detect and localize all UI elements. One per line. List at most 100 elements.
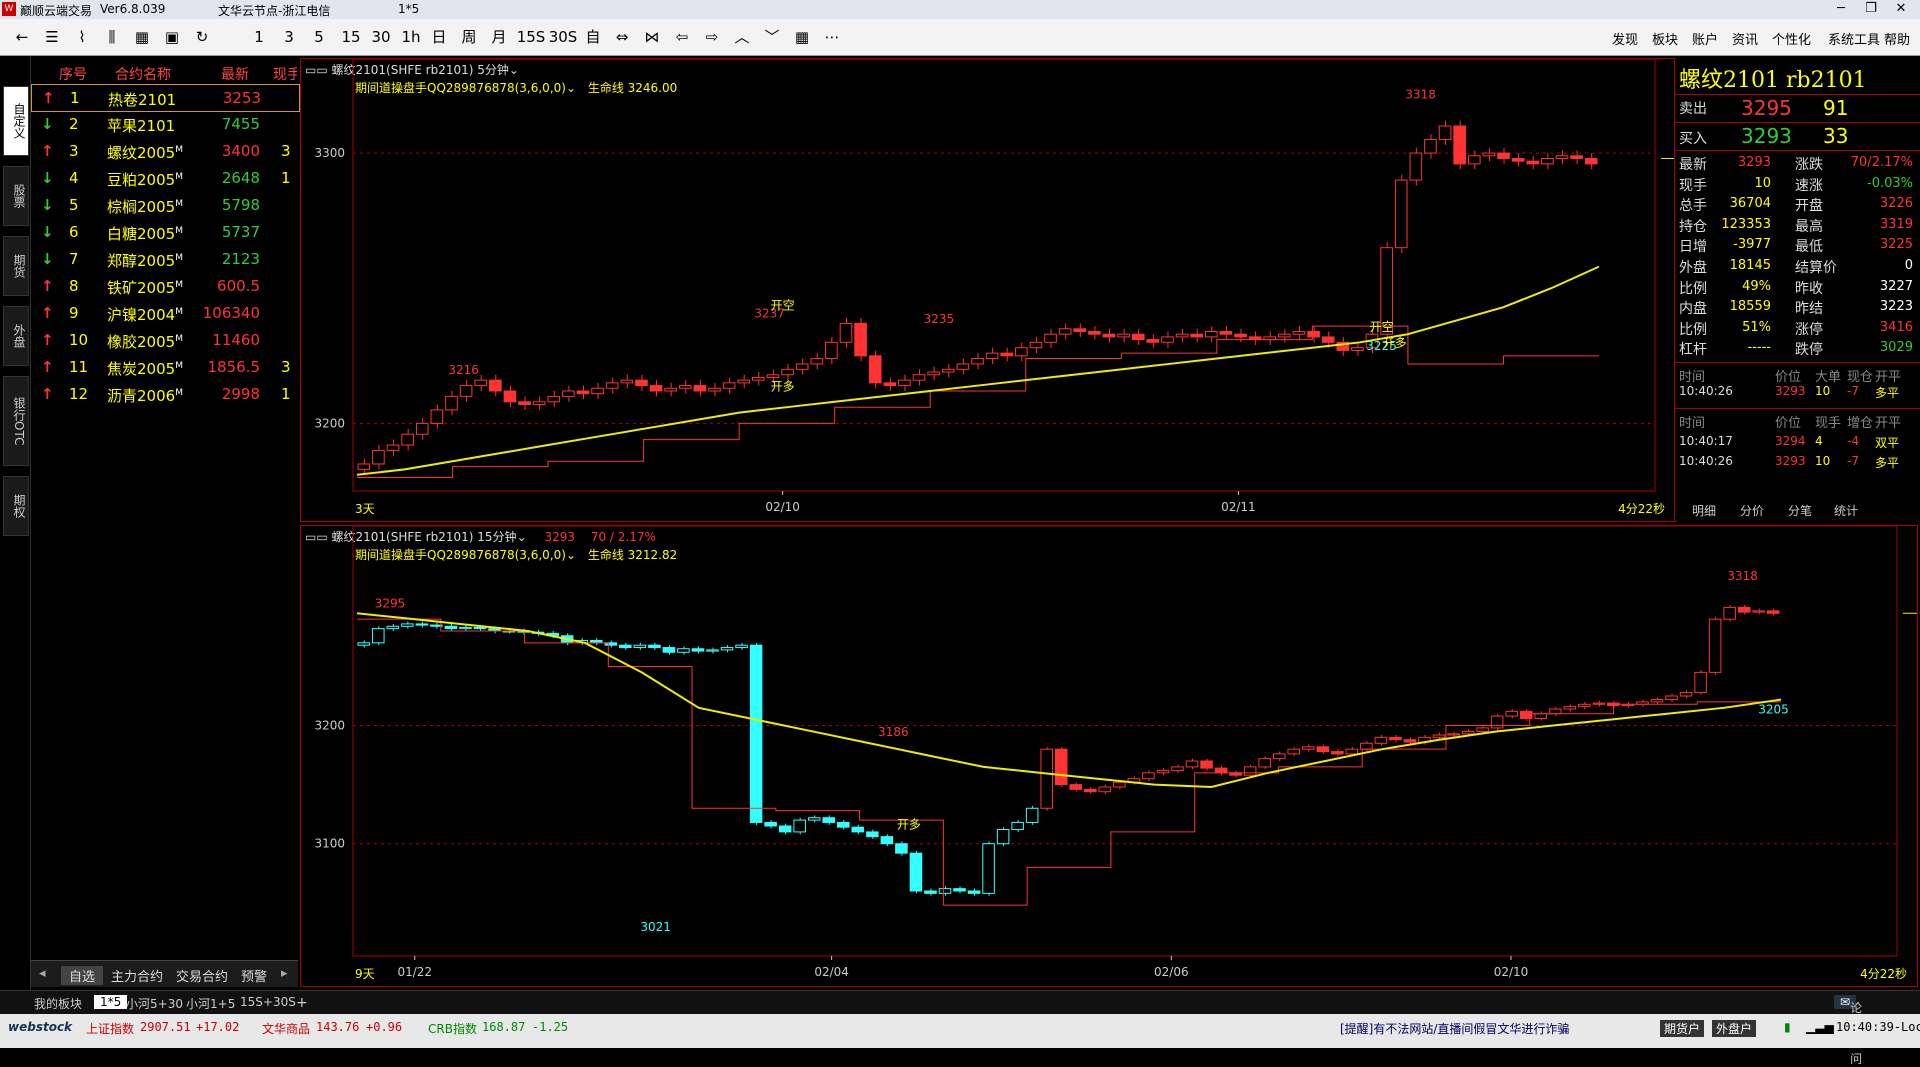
minimize-icon[interactable]: ─ <box>1826 1 1856 16</box>
candle-body <box>1482 152 1496 157</box>
menu-help[interactable]: 帮助 <box>1884 29 1910 48</box>
calc-icon[interactable]: ▦ <box>132 27 152 47</box>
tab-stocks[interactable]: 股票 <box>3 166 29 226</box>
tab-layout-1x5[interactable]: 1*5 <box>94 995 128 1009</box>
chart2-canvas[interactable]: 3100 3200 01/22 02/04 02/06 02/10 3295 3021 3186… <box>301 526 1917 986</box>
col-header-no[interactable]: 序号 <box>59 64 87 84</box>
sh-index-label[interactable]: 上证指数 <box>86 1020 134 1037</box>
more-icon[interactable]: ⋯ <box>822 27 842 47</box>
quote-row[interactable]: ↓ 7 郑醇2005M 2123 <box>31 246 298 272</box>
tab-layout-15s-30s[interactable]: 15S+30S <box>240 995 296 1009</box>
col-header-qty[interactable]: 现手 <box>273 64 297 84</box>
quote-row[interactable]: ↓ 6 白糖2005M 5737 <box>31 219 298 245</box>
period-15-button[interactable]: 15 <box>338 27 364 47</box>
scroll-left-icon[interactable]: ◂ <box>39 966 46 981</box>
period-month-button[interactable]: 月 <box>488 27 510 47</box>
tab-futures[interactable]: 期货 <box>3 236 29 296</box>
tab-price-dist[interactable]: 分价 <box>1740 502 1764 519</box>
menu-discover[interactable]: 发现 <box>1612 29 1638 48</box>
period-30s-button[interactable]: 30S <box>548 27 578 47</box>
down-icon[interactable]: ﹀ <box>762 27 782 47</box>
period-1h-button[interactable]: 1h <box>398 27 424 47</box>
close-icon[interactable]: ✕ <box>1886 1 1916 16</box>
tab-trade-contracts[interactable]: 交易合约 <box>176 966 228 985</box>
next-icon[interactable]: ⇨ <box>702 27 722 47</box>
tab-detail[interactable]: 明细 <box>1692 502 1716 519</box>
tab-layout-xiaohe-1-5[interactable]: 小河1+5 <box>186 995 235 1012</box>
period-1-button[interactable]: 1 <box>248 27 270 47</box>
quote-row[interactable]: ↓ 2 苹果2101 7455 <box>31 111 298 137</box>
scroll-right-icon[interactable]: ▸ <box>281 966 288 981</box>
period-15s-button[interactable]: 15S <box>516 27 546 47</box>
candle-body <box>1088 330 1101 335</box>
chart-5min-panel[interactable]: ▭▭ 螺纹2101(SHFE rb2101) 5分钟⌄ 期间道操盘手QQ2898… <box>300 58 1676 522</box>
back-icon[interactable]: ← <box>12 27 32 47</box>
restore-icon[interactable]: ❐ <box>1856 1 1886 16</box>
quote-row[interactable]: ↑ 11 焦炭2005M 1856.5 3 <box>31 354 298 380</box>
forum-button[interactable]: ✉ 论坛提问 <box>1834 995 1862 1066</box>
tab-my-sectors[interactable]: 我的板块 <box>34 995 82 1012</box>
tab-bank-otc[interactable]: 银行OTC <box>3 376 29 466</box>
tab-watchlist[interactable]: 自选 <box>61 966 104 985</box>
chart-15min-panel[interactable]: ▭▭ 螺纹2101(SHFE rb2101) 15分钟⌄ 3293 70 / 2… <box>300 525 1918 987</box>
menu-personalize[interactable]: 个性化 <box>1772 29 1811 48</box>
col-header-price[interactable]: 最新 <box>221 64 249 84</box>
tab-ticks[interactable]: 分笔 <box>1788 502 1812 519</box>
quote-row[interactable]: ↑ 8 铁矿2005M 600.5 <box>31 273 298 299</box>
quote-row[interactable]: ↑ 3 螺纹2005M 3400 3 <box>31 138 298 164</box>
menu-account[interactable]: 账户 <box>1692 29 1718 48</box>
period-3-button[interactable]: 3 <box>278 27 300 47</box>
line-chart-icon[interactable]: ⌇ <box>72 27 92 47</box>
compress-icon[interactable]: ⋈ <box>642 27 662 47</box>
refresh-icon[interactable]: ↻ <box>192 27 212 47</box>
foreign-account-button[interactable]: 外盘户 <box>1712 1020 1757 1037</box>
menu-system-tools[interactable]: 系统工具 <box>1828 29 1880 48</box>
period-day-button[interactable]: 日 <box>428 27 450 47</box>
candle-body <box>1069 784 1083 790</box>
tab-custom[interactable]: 自定义 <box>3 86 29 156</box>
buy-price[interactable]: 3293 <box>1741 124 1792 148</box>
period-5-button[interactable]: 5 <box>308 27 330 47</box>
col-header-name[interactable]: 合约名称 <box>115 64 171 84</box>
tab-foreign[interactable]: 外盘 <box>3 306 29 366</box>
quote-row[interactable]: ↓ 4 豆粕2005M 2648 1 <box>31 165 298 191</box>
tab-layout-xiaohe-5-30[interactable]: 小河5+30 <box>126 995 183 1012</box>
sell-price[interactable]: 3295 <box>1741 96 1792 120</box>
quote-qty: 3 <box>281 142 291 160</box>
tab-stats[interactable]: 统计 <box>1834 502 1858 519</box>
add-tab-icon[interactable]: + <box>296 995 308 1011</box>
quote-row[interactable]: ↑ 10 橡胶2005M 11460 <box>31 327 298 353</box>
tab-alerts[interactable]: 预警 <box>241 966 275 985</box>
crb-index-label[interactable]: CRB指数 <box>428 1020 477 1037</box>
save-icon[interactable]: ▣ <box>162 27 182 47</box>
tab-main-contracts[interactable]: 主力合约 <box>111 966 163 985</box>
quote-name: 沥青2006M <box>107 385 183 406</box>
status-bar: webstock 上证指数 2907.51 +17.02 文华商品 143.76… <box>0 1014 1920 1048</box>
chart1-canvas[interactable]: 3200330002/10 02/1132163237 323533183225开空… <box>301 59 1675 521</box>
x-tick-label: 02/04 <box>814 965 849 979</box>
quote-row[interactable]: ↑ 12 沥青2006M 2998 1 <box>31 381 298 407</box>
period-30-button[interactable]: 30 <box>368 27 394 47</box>
up-icon[interactable]: ︿ <box>732 27 752 47</box>
menu-news[interactable]: 资讯 <box>1732 29 1758 48</box>
period-custom-button[interactable]: 自 <box>582 27 604 47</box>
period-week-button[interactable]: 周 <box>458 27 480 47</box>
prev-icon[interactable]: ⇦ <box>672 27 692 47</box>
expand-icon[interactable]: ⇔ <box>612 27 632 47</box>
candle-body <box>793 819 806 833</box>
grid-icon[interactable]: ▦ <box>792 27 812 47</box>
candle-body <box>1438 125 1452 141</box>
quote-row[interactable]: ↑ 1 热卷2101 3253 <box>31 84 300 112</box>
candle-icon[interactable]: ⫼ <box>102 27 122 47</box>
menu-sector[interactable]: 板块 <box>1652 29 1678 48</box>
tab-options[interactable]: 期权 <box>3 476 29 536</box>
wh-index-label[interactable]: 文华商品 <box>262 1020 310 1037</box>
quote-name-text: 沥青2006 <box>107 387 176 405</box>
list-icon[interactable]: ☰ <box>42 27 62 47</box>
fraud-notice[interactable]: [提醒]有不法网站/直播间假冒文华进行诈骗 <box>1340 1020 1569 1037</box>
candle-body <box>1650 699 1664 703</box>
quote-row[interactable]: ↑ 9 沪镍2004M 106340 <box>31 300 298 326</box>
quote-row[interactable]: ↓ 5 棕榈2005M 5798 <box>31 192 298 218</box>
futures-account-button[interactable]: 期货户 <box>1660 1020 1705 1037</box>
quote-price: 3253 <box>222 89 261 107</box>
